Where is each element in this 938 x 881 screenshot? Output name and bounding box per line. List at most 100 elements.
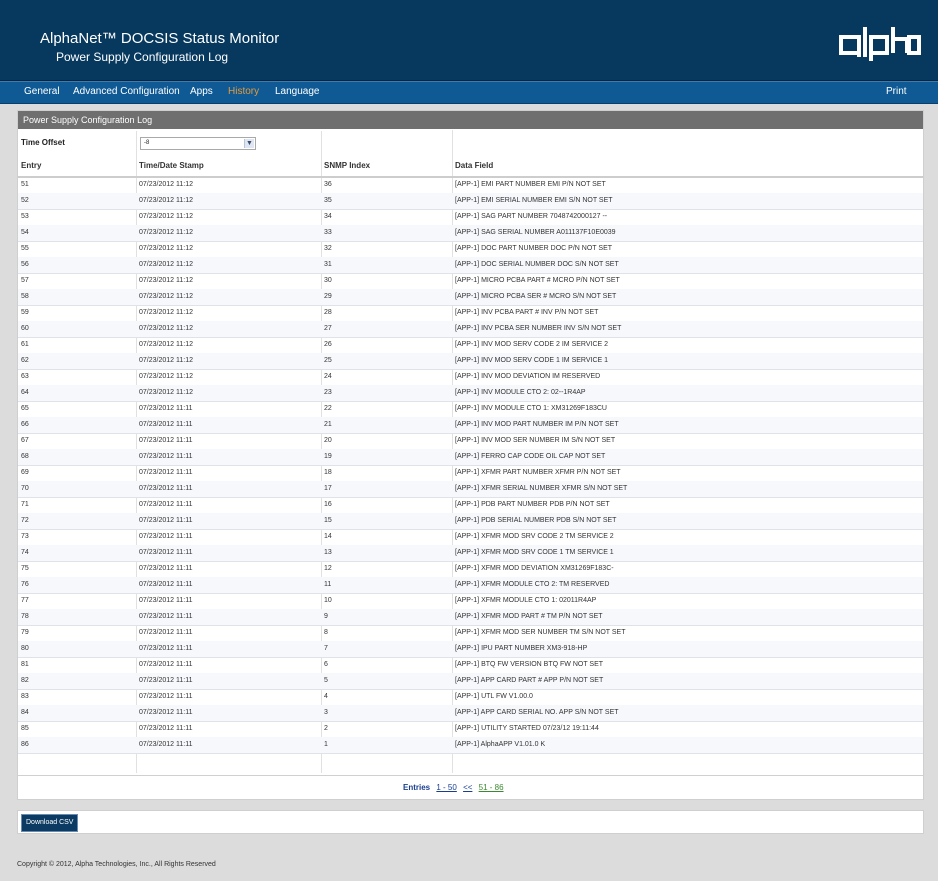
table-footer-divider	[18, 775, 923, 776]
cell-timestamp: 07/23/2012 11:12	[139, 213, 193, 220]
pagination-label: Entries	[403, 783, 431, 792]
nav-history[interactable]: History	[228, 86, 259, 97]
cell-data-field: [APP-1] MICRO PCBA PART # MCRO P/N NOT S…	[455, 277, 620, 284]
cell-entry: 52	[21, 197, 29, 204]
cell-timestamp: 07/23/2012 11:11	[139, 709, 193, 716]
cell-entry: 83	[21, 693, 29, 700]
cell-data-field: [APP-1] PDB SERIAL NUMBER PDB S/N NOT SE…	[455, 517, 617, 524]
cell-snmp-index: 2	[324, 725, 328, 732]
svg-text:alpha: alpha	[880, 61, 883, 63]
cell-snmp-index: 35	[324, 197, 332, 204]
cell-entry: 57	[21, 277, 29, 284]
table-row: 55 07/23/2012 11:12 32 [APP-1] DOC PART NUM…	[18, 241, 923, 258]
table-row: 58 07/23/2012 11:12 29 [APP-1] MICRO PCBA S…	[18, 289, 923, 306]
cell-snmp-index: 6	[324, 661, 328, 668]
cell-data-field: [APP-1] FERRO CAP CODE OIL CAP NOT SET	[455, 453, 606, 460]
cell-entry: 59	[21, 309, 29, 316]
table-row: 65 07/23/2012 11:11 22 [APP-1] INV MODULE C…	[18, 401, 923, 418]
cell-data-field: [APP-1] INV MODULE CTO 1: XM31269F183CU	[455, 405, 607, 412]
cell-entry: 84	[21, 709, 29, 716]
nav-language[interactable]: Language	[275, 86, 320, 97]
cell-timestamp: 07/23/2012 11:11	[139, 661, 193, 668]
print-link[interactable]: Print	[886, 86, 907, 97]
cell-timestamp: 07/23/2012 11:11	[139, 549, 193, 556]
app-title: AlphaNet™ DOCSIS Status Monitor	[40, 30, 280, 47]
table-row: 72 07/23/2012 11:11 15 [APP-1] PDB SERIAL N…	[18, 513, 923, 530]
page-prev-link[interactable]: <<	[463, 783, 472, 792]
cell-data-field: [APP-1] XFMR SERIAL NUMBER XFMR S/N NOT …	[455, 485, 628, 492]
cell-snmp-index: 31	[324, 261, 332, 268]
copyright-text: Copyright © 2012, Alpha Technologies, In…	[17, 861, 216, 868]
table-row: 60 07/23/2012 11:12 27 [APP-1] INV PCBA SER…	[18, 321, 923, 338]
cell-timestamp: 07/23/2012 11:11	[139, 453, 193, 460]
cell-timestamp: 07/23/2012 11:11	[139, 501, 193, 508]
panel-title: Power Supply Configuration Log	[23, 115, 153, 125]
cell-entry: 68	[21, 453, 29, 460]
cell-data-field: [APP-1] INV MOD SER NUMBER IM S/N NOT SE…	[455, 437, 616, 444]
cell-snmp-index: 5	[324, 677, 328, 684]
cell-timestamp: 07/23/2012 11:11	[139, 405, 193, 412]
cell-timestamp: 07/23/2012 11:11	[139, 645, 193, 652]
cell-timestamp: 07/23/2012 11:11	[139, 741, 193, 748]
log-panel: Power Supply Configuration Log Time Offs…	[17, 110, 924, 800]
page-link-1-50[interactable]: 1 - 50	[436, 783, 456, 792]
cell-snmp-index: 12	[324, 565, 332, 572]
nav-general[interactable]: General	[24, 86, 60, 97]
cell-data-field: [APP-1] INV MOD DEVIATION IM RESERVED	[455, 373, 601, 380]
cell-timestamp: 07/23/2012 11:12	[139, 357, 193, 364]
cell-entry: 60	[21, 325, 29, 332]
time-offset-row: Time Offset -8 ▼	[18, 130, 923, 154]
cell-timestamp: 07/23/2012 11:11	[139, 469, 193, 476]
cell-data-field: [APP-1] XFMR MOD PART # TM P/N NOT SET	[455, 613, 603, 620]
download-csv-button[interactable]: Download CSV	[21, 814, 79, 832]
table-row: 61 07/23/2012 11:12 26 [APP-1] INV MOD SERV…	[18, 337, 923, 354]
page-link-51-86[interactable]: 51 - 86	[479, 783, 504, 792]
table-row: 79 07/23/2012 11:11 8 [APP-1] XFMR MOD SER …	[18, 625, 923, 642]
cell-entry: 72	[21, 517, 29, 524]
table-row: 53 07/23/2012 11:12 34 [APP-1] SAG PART NUM…	[18, 209, 923, 226]
cell-snmp-index: 4	[324, 693, 328, 700]
table-row: 54 07/23/2012 11:12 33 [APP-1] SAG SERIAL N…	[18, 225, 923, 242]
cell-entry: 80	[21, 645, 29, 652]
alpha-logo: alpha	[839, 27, 921, 63]
cell-entry: 78	[21, 613, 29, 620]
cell-data-field: [APP-1] IPU PART NUMBER XM3-918-HP	[455, 645, 588, 652]
nav-apps[interactable]: Apps	[190, 86, 213, 97]
col-header-entry: Entry	[21, 161, 42, 170]
table-row: 68 07/23/2012 11:11 19 [APP-1] FERRO CAP CO…	[18, 449, 923, 466]
cell-timestamp: 07/23/2012 11:11	[139, 517, 193, 524]
time-offset-select[interactable]: -8 ▼	[140, 137, 256, 150]
cell-snmp-index: 15	[324, 517, 332, 524]
cell-data-field: [APP-1] MICRO PCBA SER # MCRO S/N NOT SE…	[455, 293, 617, 300]
table-row: 57 07/23/2012 11:12 30 [APP-1] MICRO PCBA P…	[18, 273, 923, 290]
table-row: 86 07/23/2012 11:11 1 [APP-1] AlphaAPP V1.0…	[18, 737, 923, 754]
table-row: 62 07/23/2012 11:12 25 [APP-1] INV MOD SERV…	[18, 353, 923, 370]
cell-entry: 55	[21, 245, 29, 252]
cell-snmp-index: 33	[324, 229, 332, 236]
cell-timestamp: 07/23/2012 11:11	[139, 597, 193, 604]
cell-entry: 63	[21, 373, 29, 380]
table-row: 75 07/23/2012 11:11 12 [APP-1] XFMR MOD DEV…	[18, 561, 923, 578]
cell-data-field: [APP-1] UTILITY STARTED 07/23/12 19:11:4…	[455, 725, 599, 732]
table-row: 59 07/23/2012 11:12 28 [APP-1] INV PCBA PAR…	[18, 305, 923, 322]
cell-timestamp: 07/23/2012 11:12	[139, 341, 193, 348]
cell-snmp-index: 16	[324, 501, 332, 508]
cell-data-field: [APP-1] EMI PART NUMBER EMI P/N NOT SET	[455, 181, 606, 188]
chevron-down-icon[interactable]: ▼	[244, 139, 254, 148]
cell-timestamp: 07/23/2012 11:11	[139, 629, 193, 636]
cell-snmp-index: 36	[324, 181, 332, 188]
cell-timestamp: 07/23/2012 11:12	[139, 181, 193, 188]
col-header-snmp-index: SNMP Index	[324, 161, 371, 170]
cell-snmp-index: 34	[324, 213, 332, 220]
cell-entry: 74	[21, 549, 29, 556]
cell-snmp-index: 17	[324, 485, 332, 492]
cell-entry: 58	[21, 293, 29, 300]
table-row: 73 07/23/2012 11:11 14 [APP-1] XFMR MOD SRV…	[18, 529, 923, 546]
cell-data-field: [APP-1] UTL FW V1.00.0	[455, 693, 533, 700]
nav-advanced-configuration[interactable]: Advanced Configuration	[73, 86, 180, 97]
table-row: 84 07/23/2012 11:11 3 [APP-1] APP CARD SERI…	[18, 705, 923, 722]
cell-snmp-index: 8	[324, 629, 328, 636]
cell-data-field: [APP-1] INV MOD PART NUMBER IM P/N NOT S…	[455, 421, 619, 428]
cell-data-field: [APP-1] XFMR MOD DEVIATION XM31269F183C-	[455, 565, 614, 572]
table-row: 78 07/23/2012 11:11 9 [APP-1] XFMR MOD PART…	[18, 609, 923, 626]
